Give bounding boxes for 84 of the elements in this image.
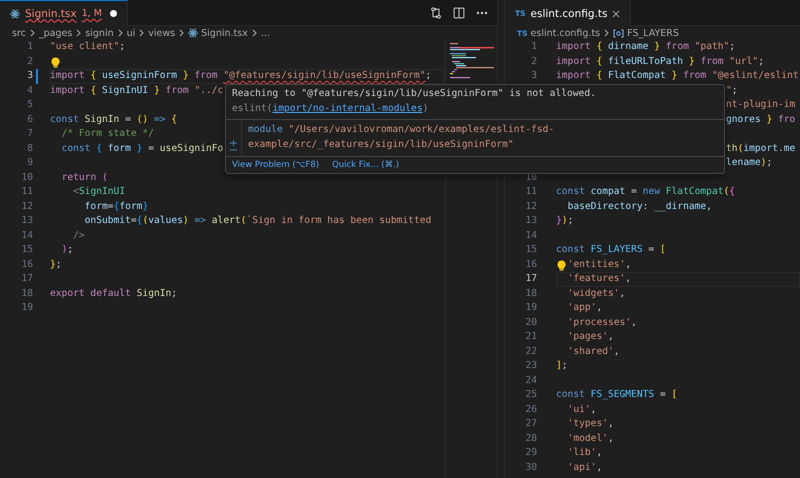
code-line: 'entities', bbox=[568, 258, 632, 270]
line-number: 3 bbox=[530, 69, 537, 83]
code-line: 'features', bbox=[568, 273, 632, 284]
line-number: 13 bbox=[524, 214, 537, 228]
line-number: 19 bbox=[20, 301, 33, 315]
line-number: 16 bbox=[20, 258, 33, 272]
code-line: nt-plugin-im bbox=[726, 99, 796, 110]
line-number: 28 bbox=[524, 432, 537, 446]
code-line: 'api', bbox=[568, 462, 602, 472]
code-line: th(import.me bbox=[726, 142, 796, 154]
code-line: const FS_SEGMENTS = [ bbox=[556, 389, 678, 400]
line-number: 1 bbox=[530, 40, 537, 54]
code-line: "use client"; bbox=[50, 41, 126, 52]
line-number: 11 bbox=[524, 185, 537, 199]
code-line: 'shared', bbox=[568, 346, 620, 356]
code-line: form={form} bbox=[84, 200, 148, 212]
code-line: const compat = new FlatCompat({ bbox=[556, 186, 736, 197]
code-line: ); bbox=[62, 244, 74, 255]
line-number: 15 bbox=[20, 243, 33, 257]
line-number: 19 bbox=[524, 301, 537, 315]
code-line: 'app', bbox=[568, 302, 602, 313]
line-number: 11 bbox=[20, 185, 33, 199]
code-line: gnores } fro bbox=[726, 114, 796, 124]
line-number: 10 bbox=[20, 170, 33, 184]
code-line: /> bbox=[73, 230, 85, 240]
line-number: 20 bbox=[524, 316, 537, 330]
line-number: 7 bbox=[26, 127, 33, 141]
line-number: 22 bbox=[524, 344, 537, 358]
line-number: 5 bbox=[26, 98, 33, 112]
line-number: 30 bbox=[524, 460, 537, 474]
line-number: 18 bbox=[20, 286, 33, 300]
code-line: export default SignIn; bbox=[50, 288, 178, 298]
line-number: 8 bbox=[26, 142, 33, 156]
line-number: 16 bbox=[524, 258, 537, 272]
code-line: import { FlatCompat } from "@eslint/eslint bbox=[556, 70, 799, 81]
code-line: return ( bbox=[62, 172, 108, 182]
code-line: import { fileURLToPath } from "url"; bbox=[556, 56, 764, 66]
code-line: "; bbox=[726, 84, 738, 96]
code-line: 'pages', bbox=[568, 331, 614, 342]
line-number: 13 bbox=[20, 214, 33, 228]
code-line: lename); bbox=[726, 157, 772, 168]
code-line: import { SignInUI } from "../c bbox=[50, 84, 224, 96]
line-number: 21 bbox=[524, 330, 537, 344]
code-line: 'ui', bbox=[568, 404, 596, 414]
module-path: module "/Users/vavilovroman/work/examples/eslint-fsd-example/src/_features/sigin/lib/useSigninForm" bbox=[247, 123, 556, 152]
code-line: <SignInUI bbox=[73, 186, 126, 197]
code-line: import { useSigninForm } from "@features/sigin/lib/useSigninForm"; bbox=[50, 70, 432, 81]
line-number: 23 bbox=[524, 359, 537, 373]
line-number: 14 bbox=[524, 228, 537, 242]
code-line: baseDirectory: __dirname, bbox=[568, 200, 712, 212]
code-line: }); bbox=[556, 215, 574, 226]
line-number: 4 bbox=[26, 84, 33, 98]
line-number: 2 bbox=[530, 54, 537, 68]
line-number: 1 bbox=[26, 40, 33, 54]
line-number: 17 bbox=[524, 272, 537, 286]
line-number: 17 bbox=[20, 272, 33, 286]
line-number: 3 bbox=[26, 69, 33, 83]
line-number: 12 bbox=[524, 200, 537, 214]
code-line: import { dirname } from "path"; bbox=[556, 41, 736, 52]
code-line: const FS_LAYERS = [ bbox=[556, 244, 666, 255]
line-number: 27 bbox=[524, 417, 537, 431]
line-number: 6 bbox=[26, 112, 33, 126]
code-line: const SignIn = () => { bbox=[50, 114, 178, 124]
code-line: 'widgets', bbox=[568, 288, 626, 298]
line-number: 25 bbox=[524, 388, 537, 402]
code-line: /* Form state */ bbox=[62, 128, 154, 139]
code-line: }; bbox=[50, 258, 62, 270]
line-number: 15 bbox=[524, 243, 537, 257]
code-line: 'types', bbox=[568, 418, 614, 429]
code-line: 'lib', bbox=[568, 447, 602, 458]
code-line: 'model', bbox=[568, 432, 614, 444]
line-number: 29 bbox=[524, 446, 537, 460]
line-number: 2 bbox=[26, 54, 33, 68]
line-number: 24 bbox=[524, 374, 537, 388]
code-line: const { form } = useSigninFo bbox=[62, 142, 224, 154]
problem-message: Reaching to "@features/sigin/lib/useSigninForm" is not allowed. eslint(import/no-internal-modules) bbox=[231, 87, 597, 116]
code-line: ]; bbox=[556, 360, 568, 371]
line-number: 9 bbox=[26, 156, 33, 170]
line-number: 14 bbox=[20, 228, 33, 242]
code-line: 'processes', bbox=[568, 316, 637, 328]
line-number: 12 bbox=[20, 200, 33, 214]
code-line: onSubmit={(values) => alert(`Sign in form has been submitted bbox=[84, 215, 432, 226]
line-number: 26 bbox=[524, 402, 537, 416]
line-number: 18 bbox=[524, 286, 537, 300]
